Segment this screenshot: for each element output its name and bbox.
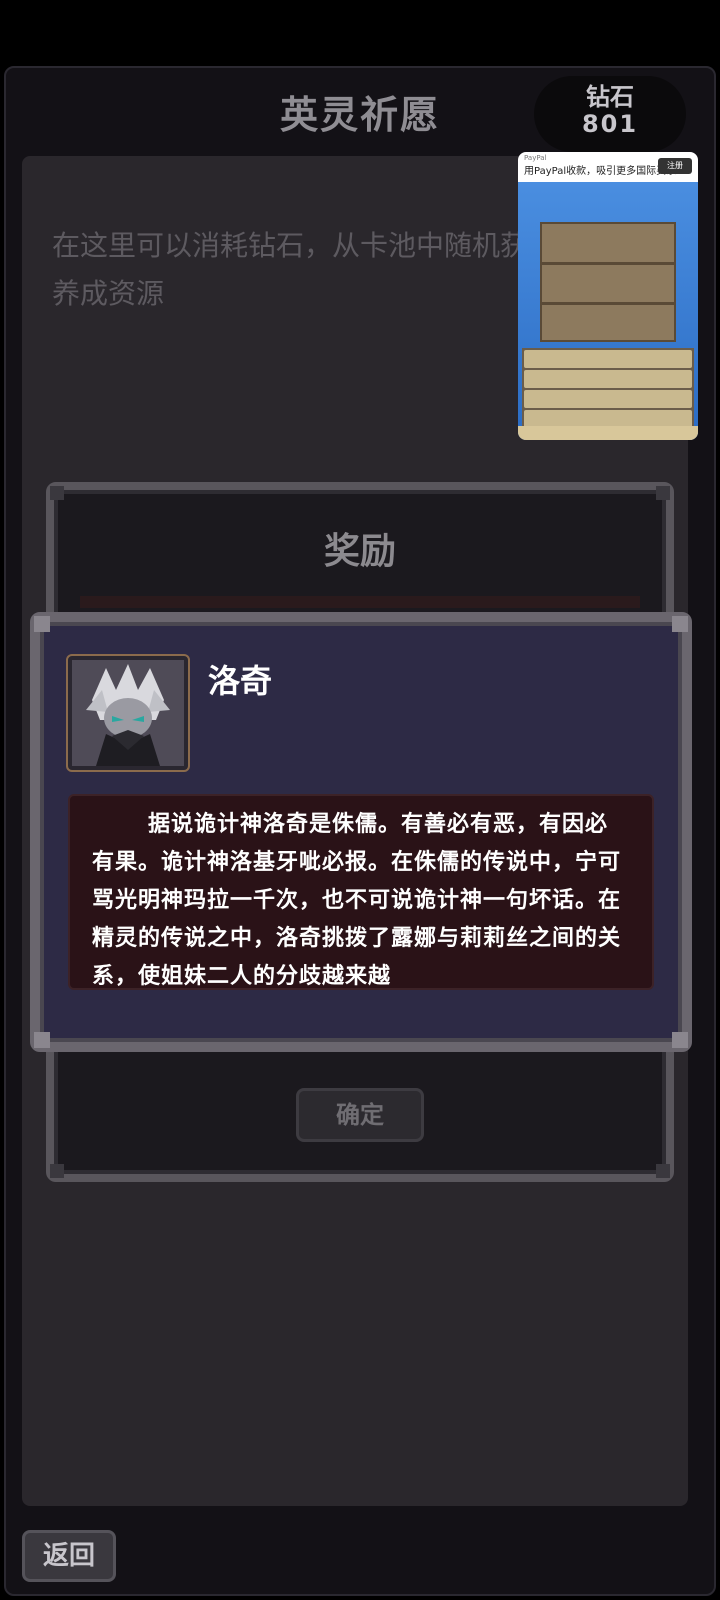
status-bar [0, 0, 720, 64]
diamond-value: 801 [581, 110, 639, 138]
frame-corner [656, 486, 670, 500]
ad-banner[interactable]: PayPal 用PayPal收款，吸引更多国际买家 注册 [518, 152, 698, 440]
reward-title: 奖励 [323, 531, 396, 572]
ad-register-button[interactable]: 注册 [658, 158, 692, 174]
ad-game-screenshot [518, 182, 698, 440]
frame-corner [50, 486, 64, 500]
hero-lore-text: 据说诡计神洛奇是侏儒。有善必有恶，有因必有果。诡计神洛基牙呲必报。在侏儒的传说中… [92, 812, 622, 989]
frame-corner [34, 616, 50, 632]
ad-tower-image [540, 222, 676, 342]
hero-name: 洛奇 [208, 662, 273, 700]
hero-portrait-icon [72, 660, 184, 766]
diamond-label: 钻石 [586, 83, 634, 111]
frame-corner [50, 1164, 64, 1178]
ad-bottom-bar [518, 426, 698, 440]
frame-corner [672, 1032, 688, 1048]
frame-corner [672, 616, 688, 632]
hero-lore-box[interactable]: 据说诡计神洛奇是侏儒。有善必有恶，有因必有果。诡计神洛基牙呲必报。在侏儒的传说中… [68, 794, 654, 990]
frame-corner [34, 1032, 50, 1048]
reward-item-strip [80, 596, 640, 608]
frame-corner [656, 1164, 670, 1178]
hero-portrait [66, 654, 190, 772]
ad-header: PayPal 用PayPal收款，吸引更多国际买家 注册 [518, 152, 698, 182]
diamond-counter: 钻石 801 [534, 76, 686, 152]
back-button[interactable]: 返回 [22, 1530, 116, 1582]
confirm-button[interactable]: 确定 [296, 1088, 424, 1142]
ad-list-image [522, 348, 694, 428]
